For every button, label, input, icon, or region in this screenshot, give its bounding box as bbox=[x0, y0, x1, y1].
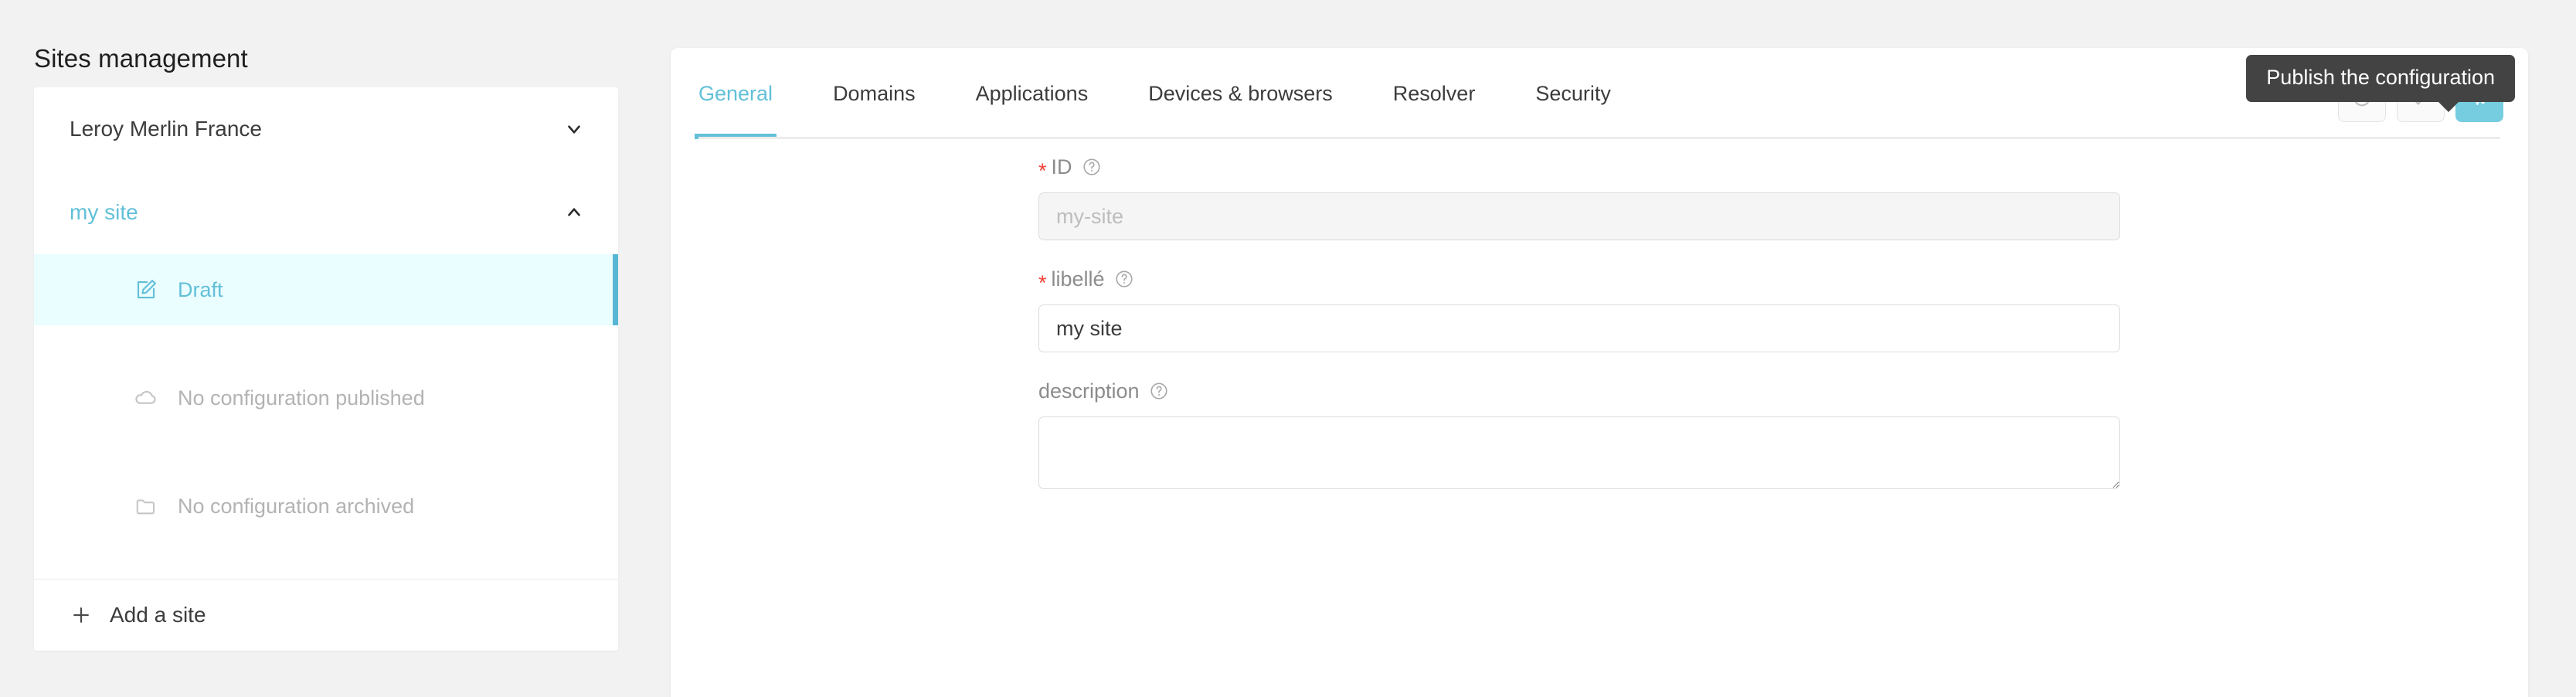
left-column: Sites management Leroy Merlin France my … bbox=[0, 0, 671, 697]
organization-label: Leroy Merlin France bbox=[70, 117, 262, 141]
chevron-up-icon[interactable] bbox=[564, 202, 584, 223]
tooltip-text: Publish the configuration bbox=[2266, 66, 2495, 89]
sidebar-item-draft[interactable]: Draft bbox=[34, 254, 618, 325]
row-spacer bbox=[34, 325, 618, 362]
tab-resolver[interactable]: Resolver bbox=[1393, 48, 1476, 139]
page-title: Sites management bbox=[34, 44, 248, 73]
tab-devices-browsers[interactable]: Devices & browsers bbox=[1148, 48, 1333, 139]
folder-icon bbox=[133, 493, 159, 519]
question-circle-icon[interactable] bbox=[1082, 157, 1102, 177]
tab-label: Resolver bbox=[1392, 81, 1476, 105]
id-field-group: * ID bbox=[1038, 155, 2120, 240]
plus-icon bbox=[70, 604, 93, 627]
libelle-input[interactable] bbox=[1038, 304, 2120, 352]
label-text: libellé bbox=[1051, 267, 1105, 291]
label-text: ID bbox=[1051, 155, 1072, 178]
description-textarea[interactable] bbox=[1038, 416, 2120, 489]
tab-general[interactable]: General bbox=[694, 48, 777, 139]
row-spacer bbox=[34, 434, 618, 471]
organization-row[interactable]: Leroy Merlin France bbox=[34, 87, 618, 171]
question-circle-icon[interactable] bbox=[1114, 269, 1134, 289]
general-form: * ID * libellé bbox=[1038, 155, 2120, 515]
tab-domains[interactable]: Domains bbox=[833, 48, 916, 139]
tab-applications[interactable]: Applications bbox=[976, 48, 1089, 139]
description-field-group: description bbox=[1038, 379, 2120, 489]
tab-list: General Domains Applications Devices & b… bbox=[694, 48, 1671, 139]
tab-label: Security bbox=[1535, 81, 1611, 105]
sidebar-item-label: Draft bbox=[178, 277, 223, 301]
libelle-field-label: * libellé bbox=[1038, 267, 2120, 294]
sites-card: Leroy Merlin France my site Draft No con… bbox=[34, 87, 618, 651]
tab-bar: General Domains Applications Devices & b… bbox=[671, 48, 2528, 139]
description-field-label: description bbox=[1038, 379, 2120, 403]
chevron-down-icon[interactable] bbox=[564, 119, 584, 139]
tab-label: Applications bbox=[975, 81, 1089, 105]
main-panel: General Domains Applications Devices & b… bbox=[671, 48, 2528, 697]
site-row-my-site[interactable]: my site bbox=[34, 171, 618, 254]
tab-security[interactable]: Security bbox=[1535, 48, 1611, 139]
add-site-label: Add a site bbox=[110, 603, 206, 627]
sidebar-item-published[interactable]: No configuration published bbox=[34, 362, 618, 434]
sidebar-item-archived[interactable]: No configuration archived bbox=[34, 471, 618, 542]
edit-square-icon bbox=[133, 277, 159, 303]
tab-label: General bbox=[698, 81, 773, 105]
libelle-field-group: * libellé bbox=[1038, 267, 2120, 352]
tab-label: Domains bbox=[833, 81, 916, 105]
publish-tooltip: Publish the configuration bbox=[2246, 55, 2515, 113]
sidebar-item-label: No configuration published bbox=[178, 386, 425, 410]
row-spacer bbox=[34, 542, 618, 579]
add-site-button[interactable]: Add a site bbox=[34, 580, 618, 651]
tab-bar-underline bbox=[698, 137, 2500, 139]
id-input[interactable] bbox=[1038, 192, 2120, 240]
id-field-label: * ID bbox=[1038, 155, 2120, 182]
tab-label: Devices & browsers bbox=[1148, 81, 1333, 105]
required-marker: * bbox=[1038, 270, 1047, 294]
required-marker: * bbox=[1038, 158, 1047, 182]
cloud-icon bbox=[133, 385, 159, 411]
sidebar-item-label: No configuration archived bbox=[178, 494, 415, 518]
site-label: my site bbox=[70, 200, 138, 224]
label-text: description bbox=[1038, 379, 1140, 403]
question-circle-icon[interactable] bbox=[1149, 381, 1169, 401]
